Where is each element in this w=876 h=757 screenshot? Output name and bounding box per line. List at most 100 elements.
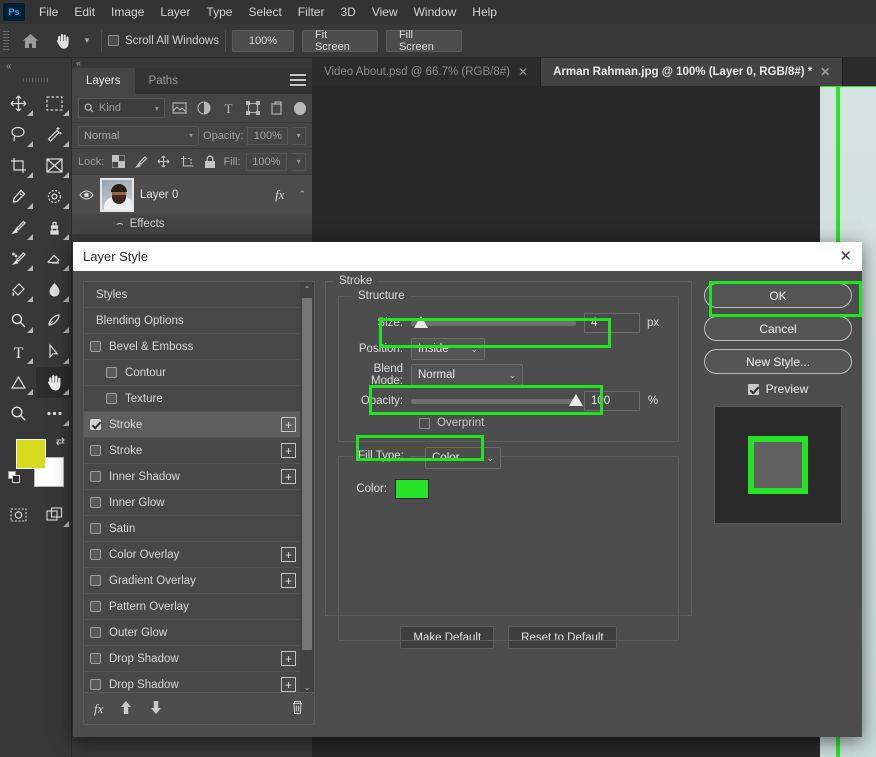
eyedropper-tool-icon[interactable]: [0, 181, 36, 212]
menu-view[interactable]: View: [364, 2, 406, 22]
fx-icon[interactable]: fx: [94, 701, 103, 717]
scroll-all-windows-checkbox[interactable]: [108, 35, 119, 46]
menu-image[interactable]: Image: [103, 2, 152, 22]
foreground-color-swatch[interactable]: [16, 439, 46, 469]
add-effect-icon[interactable]: +: [281, 573, 296, 588]
lasso-tool-icon[interactable]: [0, 119, 36, 150]
eye-icon[interactable]: [78, 189, 94, 200]
gradient-tool-icon[interactable]: [0, 274, 36, 305]
hand-tool-icon-active[interactable]: [36, 367, 72, 398]
opacity-slider-knob[interactable]: [569, 393, 584, 406]
style-list-item[interactable]: Bevel & Emboss: [84, 334, 302, 360]
style-item-checkbox[interactable]: [90, 497, 101, 508]
menu-edit[interactable]: Edit: [66, 2, 103, 22]
style-item-checkbox[interactable]: [90, 445, 101, 456]
type-tool-icon[interactable]: T: [0, 336, 36, 367]
style-list-item[interactable]: Drop Shadow +: [84, 672, 302, 692]
style-item-checkbox[interactable]: [90, 575, 101, 586]
style-list-item[interactable]: Blending Options: [84, 308, 302, 334]
panel-menu-icon[interactable]: [290, 74, 306, 88]
style-list-item[interactable]: Inner Glow: [84, 490, 302, 516]
style-list-item[interactable]: Color Overlay +: [84, 542, 302, 568]
delete-icon[interactable]: [291, 700, 304, 718]
layer-name[interactable]: Layer 0: [140, 189, 269, 201]
chevron-down-icon[interactable]: ⌄: [300, 680, 314, 692]
dodge-tool-icon[interactable]: [0, 305, 36, 336]
screen-mode-icon[interactable]: [36, 499, 72, 530]
lock-position-icon[interactable]: [155, 153, 173, 171]
style-item-checkbox[interactable]: [106, 367, 117, 378]
layer-row[interactable]: Layer 0 fx ⌃: [72, 174, 312, 214]
size-input[interactable]: 4: [584, 313, 641, 333]
style-list-item[interactable]: Texture: [84, 386, 302, 412]
style-list-item[interactable]: Contour: [84, 360, 302, 386]
fx-badge[interactable]: fx: [275, 187, 284, 203]
add-effect-icon[interactable]: +: [281, 469, 296, 484]
chevron-up-icon[interactable]: ⌃: [298, 189, 306, 200]
menu-3d[interactable]: 3D: [332, 2, 363, 22]
object-selection-tool-icon[interactable]: [36, 119, 72, 150]
overprint-checkbox[interactable]: [419, 417, 430, 429]
lock-image-pixels-icon[interactable]: [132, 153, 150, 171]
cancel-button[interactable]: Cancel: [704, 316, 852, 341]
style-list-item[interactable]: Satin: [84, 516, 302, 542]
collapse-tools-icon[interactable]: «: [0, 58, 71, 74]
style-item-checkbox[interactable]: [90, 523, 101, 534]
dialog-title-bar[interactable]: Layer Style ✕: [73, 242, 862, 271]
filter-kind-dropdown[interactable]: Kind ▾: [78, 98, 165, 118]
fill-screen-button[interactable]: Fill Screen: [385, 29, 462, 53]
style-list-item[interactable]: Pattern Overlay: [84, 594, 302, 620]
size-slider[interactable]: [411, 315, 577, 328]
pen-tool-icon[interactable]: [36, 305, 72, 336]
menu-file[interactable]: File: [31, 2, 66, 22]
close-icon[interactable]: ✕: [518, 65, 528, 79]
hand-tool-icon[interactable]: [47, 25, 79, 57]
style-item-checkbox[interactable]: [90, 341, 101, 352]
style-list-item[interactable]: Styles: [84, 282, 302, 308]
edit-toolbar-icon[interactable]: [36, 398, 72, 429]
scroll-all-windows-option[interactable]: Scroll All Windows: [108, 35, 219, 47]
opacity-stepper-icon[interactable]: ▾: [292, 126, 306, 145]
quick-mask-icon[interactable]: [0, 499, 36, 530]
opacity-slider[interactable]: [411, 393, 584, 406]
style-item-checkbox[interactable]: [90, 601, 101, 612]
type-filter-icon[interactable]: T: [218, 98, 239, 118]
pixel-filter-icon[interactable]: [169, 98, 190, 118]
preview-checkbox[interactable]: [747, 383, 759, 395]
move-tool-icon[interactable]: [0, 88, 36, 119]
style-item-checkbox[interactable]: [90, 653, 101, 664]
style-list-item[interactable]: Gradient Overlay +: [84, 568, 302, 594]
tools-drag-handle[interactable]: [0, 74, 71, 86]
history-brush-tool-icon[interactable]: [0, 243, 36, 274]
styles-scrollbar[interactable]: ⌃ ⌄: [300, 282, 314, 692]
path-selection-tool-icon[interactable]: [36, 336, 72, 367]
move-up-icon[interactable]: [119, 700, 133, 718]
brush-tool-icon[interactable]: [0, 212, 36, 243]
add-effect-icon[interactable]: +: [281, 677, 296, 692]
add-effect-icon[interactable]: +: [281, 443, 296, 458]
crop-tool-icon[interactable]: [0, 150, 36, 181]
close-icon[interactable]: ✕: [839, 249, 852, 264]
color-swatch[interactable]: [395, 479, 429, 499]
menu-filter[interactable]: Filter: [290, 2, 333, 22]
lock-all-icon[interactable]: [201, 153, 219, 171]
lock-artboard-icon[interactable]: [178, 153, 196, 171]
close-icon[interactable]: ✕: [820, 65, 830, 79]
tool-preset-chevron-down-icon[interactable]: ▾: [79, 25, 95, 57]
blend-mode-dropdown[interactable]: Normal ⌄: [411, 364, 523, 386]
move-down-icon[interactable]: [149, 700, 163, 718]
collapse-panel-icon[interactable]: «: [72, 58, 312, 68]
document-tab-video-about[interactable]: Video About.psd @ 66.7% (RGB/8#) ✕: [312, 58, 542, 86]
add-effect-icon[interactable]: +: [281, 547, 296, 562]
fill-value[interactable]: 100%: [245, 152, 288, 171]
style-item-checkbox[interactable]: [90, 549, 101, 560]
adjustment-filter-icon[interactable]: [193, 98, 214, 118]
layer-thumbnail[interactable]: [100, 177, 134, 212]
style-list-item[interactable]: Inner Shadow +: [84, 464, 302, 490]
menu-type[interactable]: Type: [198, 2, 240, 22]
effects-row[interactable]: ⌢ Effects: [72, 214, 312, 234]
scrollbar-thumb[interactable]: [302, 298, 312, 650]
add-effect-icon[interactable]: +: [281, 651, 296, 666]
fill-type-dropdown[interactable]: Color ⌄: [425, 447, 501, 469]
style-list-item[interactable]: Outer Glow: [84, 620, 302, 646]
